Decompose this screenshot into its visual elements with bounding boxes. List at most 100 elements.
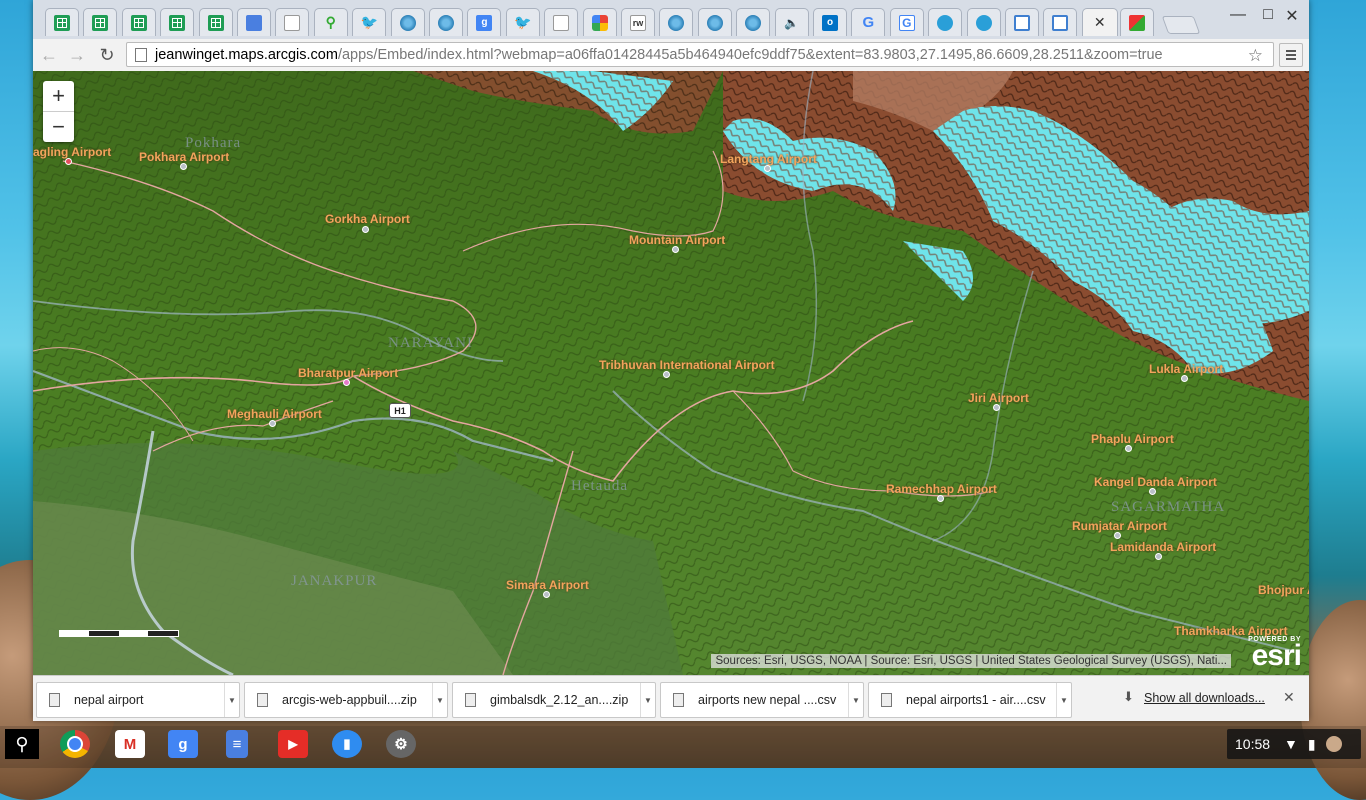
airport-label[interactable]: Ramechhap Airport bbox=[886, 482, 997, 496]
browser-tab[interactable] bbox=[659, 8, 694, 36]
browser-tab[interactable] bbox=[121, 8, 156, 36]
browser-tab[interactable] bbox=[83, 8, 118, 36]
airport-marker[interactable] bbox=[362, 226, 369, 233]
map-view[interactable]: + − Pokhara NARAYANI Hetauda JANAKPUR SA… bbox=[33, 71, 1309, 675]
airport-label[interactable]: Bharatpur Airport bbox=[298, 366, 398, 380]
settings-app-icon[interactable]: ⚙ bbox=[386, 730, 416, 758]
browser-tab[interactable] bbox=[928, 8, 963, 36]
browser-tab[interactable] bbox=[1043, 8, 1078, 36]
browser-tab[interactable] bbox=[237, 8, 271, 36]
download-item[interactable]: nepal airport ▼ bbox=[36, 682, 240, 718]
chevron-down-icon[interactable]: ▼ bbox=[224, 683, 239, 717]
airport-label[interactable]: Kangel Danda Airport bbox=[1094, 475, 1217, 489]
gmail-app-icon[interactable]: M bbox=[115, 730, 145, 758]
browser-tab[interactable] bbox=[390, 8, 425, 36]
airport-marker[interactable] bbox=[1114, 532, 1121, 539]
reload-button[interactable]: ↻ bbox=[95, 43, 119, 67]
browser-tab[interactable]: g bbox=[467, 8, 502, 36]
zoom-out-button[interactable]: − bbox=[43, 111, 74, 142]
airport-marker[interactable] bbox=[343, 379, 350, 386]
google-search-app-icon[interactable]: g bbox=[168, 730, 198, 758]
airport-marker[interactable] bbox=[1181, 375, 1188, 382]
airport-marker[interactable] bbox=[1125, 445, 1132, 452]
chevron-down-icon[interactable]: ▼ bbox=[848, 683, 863, 717]
launcher-search-button[interactable]: ⚲ bbox=[5, 729, 39, 759]
browser-tab[interactable]: rw bbox=[621, 8, 655, 36]
airport-label[interactable]: Gorkha Airport bbox=[325, 212, 410, 226]
airport-label[interactable]: Meghauli Airport bbox=[227, 407, 322, 421]
zoom-in-button[interactable]: + bbox=[43, 81, 74, 111]
airport-label[interactable]: Langtang Airport bbox=[720, 152, 817, 166]
browser-tab[interactable]: G bbox=[851, 8, 886, 36]
back-button[interactable]: ← bbox=[37, 43, 61, 67]
airport-label[interactable]: Lamidanda Airport bbox=[1110, 540, 1216, 554]
browser-tab[interactable] bbox=[1005, 8, 1039, 36]
airport-label[interactable]: Simara Airport bbox=[506, 578, 589, 592]
airport-label[interactable]: Jiri Airport bbox=[968, 391, 1029, 405]
airport-marker[interactable] bbox=[764, 165, 771, 172]
airport-marker[interactable] bbox=[993, 404, 1000, 411]
close-tab-icon[interactable]: ✕ bbox=[1094, 14, 1106, 31]
browser-tab[interactable] bbox=[966, 8, 1001, 36]
minimize-button[interactable]: — bbox=[1223, 6, 1253, 24]
browser-tab[interactable] bbox=[45, 8, 79, 36]
airport-marker[interactable] bbox=[1149, 488, 1156, 495]
airport-marker[interactable] bbox=[1155, 553, 1162, 560]
airport-label[interactable]: Phaplu Airport bbox=[1091, 432, 1174, 446]
airport-marker[interactable] bbox=[663, 371, 670, 378]
browser-tab[interactable]: 🐦 bbox=[505, 8, 540, 36]
browser-tab[interactable] bbox=[582, 8, 617, 36]
status-tray[interactable]: 10:58 ▼ ▮ bbox=[1227, 729, 1361, 759]
close-window-button[interactable]: ✕ bbox=[1277, 6, 1307, 26]
chrome-app-icon[interactable] bbox=[60, 730, 90, 758]
browser-tab[interactable] bbox=[544, 8, 579, 36]
chrome-menu-button[interactable] bbox=[1279, 43, 1303, 67]
new-tab-button[interactable] bbox=[1161, 16, 1201, 34]
esri-logo[interactable]: POWERED BY esri bbox=[1248, 636, 1302, 671]
browser-tab[interactable]: 🔈 bbox=[774, 8, 809, 36]
browser-tab[interactable] bbox=[429, 8, 463, 36]
browser-tab[interactable] bbox=[275, 8, 310, 36]
airport-marker[interactable] bbox=[65, 158, 72, 165]
speaker-icon: 🔈 bbox=[784, 15, 800, 30]
browser-tab[interactable] bbox=[697, 8, 732, 36]
forward-button[interactable]: → bbox=[65, 43, 89, 67]
airport-label[interactable]: Rumjatar Airport bbox=[1072, 519, 1167, 533]
airport-label[interactable]: agling Airport bbox=[33, 145, 111, 159]
airport-marker[interactable] bbox=[937, 495, 944, 502]
airport-marker[interactable] bbox=[543, 591, 550, 598]
address-bar[interactable]: jeanwinget.maps.arcgis.com/apps/Embed/in… bbox=[126, 42, 1274, 67]
files-app-icon[interactable]: ▮ bbox=[332, 730, 362, 758]
tab-strip: ⚲ 🐦 g 🐦 rw 🔈 o G G ✕ bbox=[33, 0, 1309, 40]
docs-app-icon[interactable]: ≡ bbox=[226, 730, 248, 758]
airport-label[interactable]: Tribhuvan International Airport bbox=[599, 358, 775, 372]
airport-label[interactable]: Lukla Airport bbox=[1149, 362, 1223, 376]
close-shelf-button[interactable]: ✕ bbox=[1283, 689, 1295, 706]
download-item[interactable]: airports new nepal ....csv ▼ bbox=[660, 682, 864, 718]
airport-marker[interactable] bbox=[180, 163, 187, 170]
airport-marker[interactable] bbox=[269, 420, 276, 427]
airport-label[interactable]: Pokhara Airport bbox=[139, 150, 229, 164]
browser-tab[interactable] bbox=[736, 8, 771, 36]
browser-tab[interactable]: G bbox=[889, 8, 924, 36]
download-item[interactable]: gimbalsdk_2.12_an....zip ▼ bbox=[452, 682, 656, 718]
chevron-down-icon[interactable]: ▼ bbox=[640, 683, 655, 717]
chevron-down-icon[interactable]: ▼ bbox=[432, 683, 447, 717]
browser-tab[interactable] bbox=[1119, 8, 1154, 36]
chevron-down-icon[interactable]: ▼ bbox=[1056, 683, 1071, 717]
browser-tab[interactable]: ⚲ bbox=[313, 8, 348, 36]
download-item[interactable]: nepal airports1 - air....csv ▼ bbox=[868, 682, 1072, 718]
browser-tab[interactable]: 🐦 bbox=[352, 8, 387, 36]
browser-tab[interactable] bbox=[198, 8, 233, 36]
download-item[interactable]: arcgis-web-appbuil....zip ▼ bbox=[244, 682, 448, 718]
airport-marker[interactable] bbox=[672, 246, 679, 253]
youtube-app-icon[interactable]: ▶ bbox=[278, 730, 308, 758]
browser-tab[interactable]: ✕ bbox=[1081, 8, 1118, 36]
browser-tab[interactable] bbox=[160, 8, 195, 36]
show-all-downloads-link[interactable]: Show all downloads... bbox=[1144, 691, 1265, 705]
airport-label[interactable]: Bhojpur A bbox=[1258, 583, 1309, 597]
bookmark-star-icon[interactable]: ☆ bbox=[1247, 46, 1263, 66]
browser-tab[interactable]: o bbox=[813, 8, 847, 36]
airport-label[interactable]: Mountain Airport bbox=[629, 233, 725, 247]
map-attribution[interactable]: Sources: Esri, USGS, NOAA | Source: Esri… bbox=[711, 654, 1231, 668]
